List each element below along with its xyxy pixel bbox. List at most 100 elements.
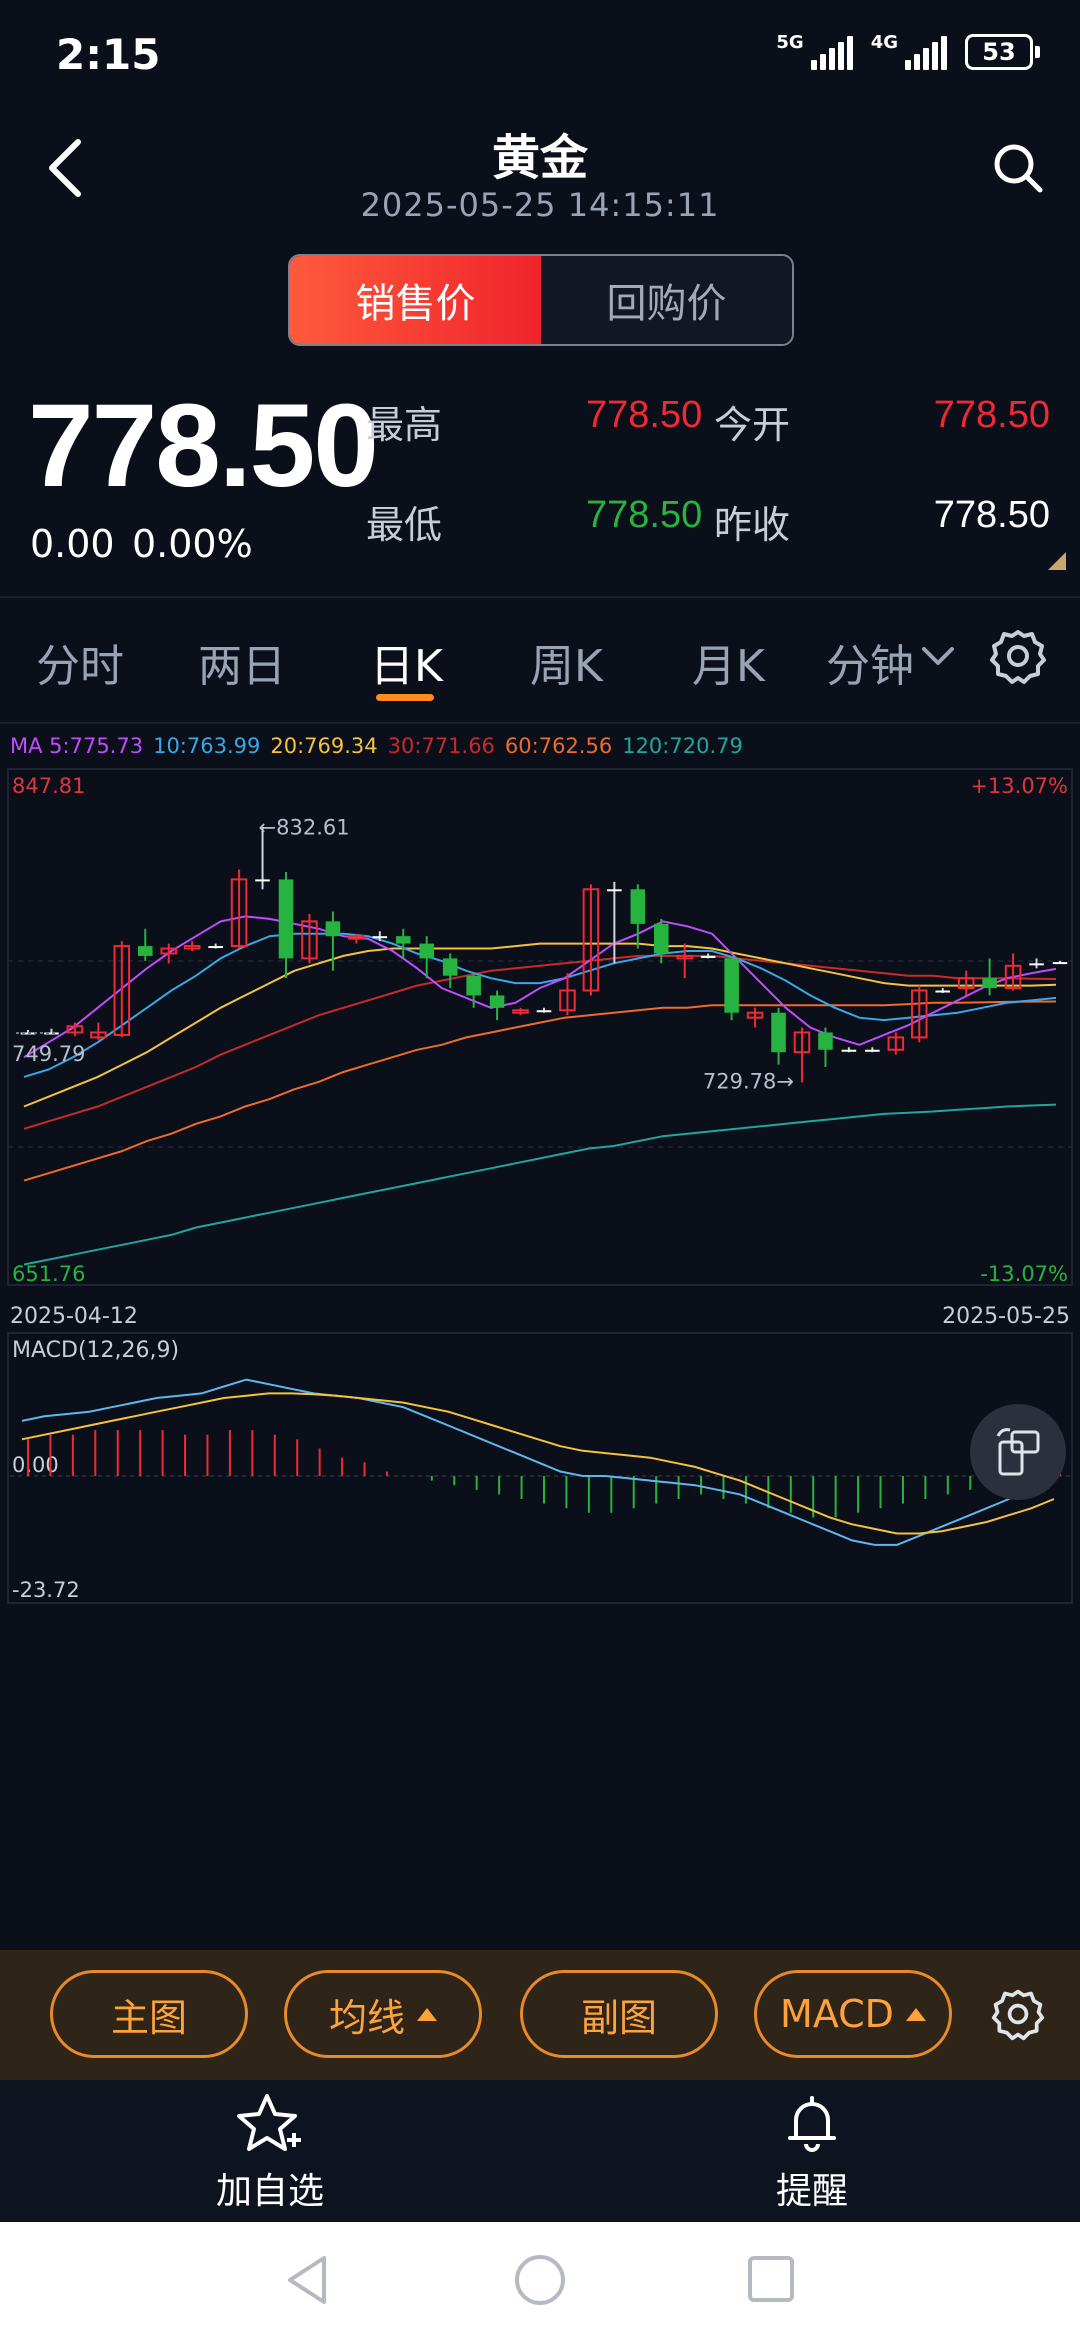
divider bbox=[0, 596, 1080, 598]
candle-doji bbox=[865, 1049, 880, 1052]
star-plus-icon bbox=[237, 2094, 301, 2151]
candle-body-down bbox=[982, 978, 997, 989]
divider bbox=[0, 722, 1080, 724]
candle-body-down bbox=[419, 943, 434, 959]
tab-minute[interactable]: 分钟 bbox=[826, 630, 914, 694]
chevron-down-icon[interactable] bbox=[920, 644, 956, 668]
quote-timestamp: 2025-05-25 14:15:11 bbox=[360, 186, 720, 224]
candles bbox=[20, 828, 1068, 1083]
indicator-label: MACD bbox=[780, 1992, 894, 2036]
price-change-pct: 0.00% bbox=[132, 522, 253, 566]
caret-up-icon bbox=[905, 2007, 926, 2021]
status-icons: 5G 4G 53 bbox=[776, 34, 1040, 70]
prev-close-label: 昨收 bbox=[714, 503, 791, 547]
ma-legend-item: 10:763.99 bbox=[153, 734, 260, 758]
candle-body-down bbox=[489, 995, 505, 1008]
ma120-line bbox=[23, 1103, 1057, 1266]
status-time: 2:15 bbox=[56, 30, 161, 79]
ma30-line bbox=[23, 954, 1057, 1130]
candle-doji bbox=[255, 879, 270, 882]
candle-doji bbox=[841, 1049, 857, 1052]
ma-legend-item: MA 5:775.73 bbox=[10, 734, 143, 758]
open-label: 今开 bbox=[714, 403, 791, 447]
expand-corner-icon[interactable] bbox=[1048, 552, 1066, 570]
ma-legend: MA 5:775.73 10:763.99 20:769.34 30:771.66 60… bbox=[10, 734, 743, 758]
gear-icon[interactable] bbox=[988, 626, 1048, 686]
candle-doji bbox=[700, 955, 716, 958]
candle-body-down bbox=[771, 1012, 786, 1053]
high-value: 778.50 bbox=[586, 394, 703, 436]
macd-dea-line bbox=[21, 1392, 1055, 1535]
net-label-4g: 4G bbox=[870, 32, 898, 53]
macd-dif-line bbox=[21, 1378, 1055, 1546]
tab-weekly-k[interactable]: 周K bbox=[530, 630, 603, 694]
tab-monthly-k[interactable]: 月K bbox=[692, 630, 765, 694]
candle-body-down bbox=[138, 946, 153, 956]
battery-icon: 53 bbox=[965, 34, 1040, 70]
ma-legend-item: 60:762.56 bbox=[505, 734, 612, 758]
sale-price-tab[interactable]: 销售价 bbox=[290, 256, 541, 344]
ma-legend-item: 20:769.34 bbox=[270, 734, 377, 758]
pct-max-label: +13.07% bbox=[970, 774, 1068, 798]
y-min-label: 651.76 bbox=[12, 1262, 85, 1286]
low-annotation: 729.78→ bbox=[703, 1069, 794, 1093]
alert-label: 提醒 bbox=[775, 2171, 848, 2212]
nav-back-icon[interactable] bbox=[282, 2252, 332, 2308]
rotate-screen-icon bbox=[996, 1428, 1040, 1476]
net-label-5g: 5G bbox=[776, 32, 804, 53]
battery-level: 53 bbox=[965, 34, 1033, 70]
chart-toolbar: 主图 均线 副图 MACD bbox=[0, 1950, 1080, 2080]
page-title: 黄金 bbox=[491, 130, 588, 186]
nav-home-icon[interactable] bbox=[512, 2252, 568, 2308]
nav-recents-icon[interactable] bbox=[746, 2254, 796, 2304]
low-value: 778.50 bbox=[586, 494, 703, 536]
tab-daily-k[interactable]: 日K bbox=[370, 630, 443, 694]
ma-legend-item: 30:771.66 bbox=[388, 734, 495, 758]
status-bar: 2:15 5G 4G 53 bbox=[0, 0, 1080, 110]
active-tab-indicator bbox=[376, 694, 434, 701]
open-value: 778.50 bbox=[933, 394, 1050, 436]
tab-two-day[interactable]: 两日 bbox=[198, 630, 286, 694]
kline-chart[interactable]: MA 5:775.73 10:763.99 20:769.34 30:771.66 60… bbox=[0, 725, 1080, 1950]
indicator-button[interactable]: MACD bbox=[754, 1970, 952, 2058]
rotate-landscape-button[interactable] bbox=[970, 1404, 1066, 1500]
candle-body-down bbox=[654, 923, 669, 954]
candle-body-down bbox=[630, 889, 646, 924]
candle-doji bbox=[372, 936, 388, 939]
buyback-price-tab[interactable]: 回购价 bbox=[541, 256, 792, 344]
macd-min-label: -23.72 bbox=[12, 1578, 80, 1602]
bottom-action-bar: 加自选 提醒 bbox=[0, 2080, 1080, 2222]
gear-icon[interactable] bbox=[990, 1986, 1046, 2042]
candle-doji bbox=[1052, 962, 1068, 965]
candle-body-down bbox=[466, 975, 481, 996]
add-watchlist-button[interactable]: 加自选 bbox=[170, 2092, 370, 2214]
search-icon[interactable] bbox=[990, 140, 1046, 196]
high-label: 最高 bbox=[366, 403, 443, 447]
ma-lines-button[interactable]: 均线 bbox=[284, 1970, 482, 2058]
high-annotation: ←832.61 bbox=[259, 816, 350, 840]
signal-4g-icon: 4G bbox=[871, 34, 947, 70]
candle-body-down bbox=[278, 879, 294, 959]
candle-doji bbox=[935, 990, 950, 993]
candle-body-down bbox=[724, 958, 739, 1013]
macd-series bbox=[10, 1378, 1070, 1546]
signal-5g-icon: 5G bbox=[776, 32, 853, 70]
ma-lines-label: 均线 bbox=[328, 1995, 405, 2040]
ma-lines bbox=[23, 915, 1057, 1266]
main-chart-label: 主图 bbox=[110, 1995, 187, 2040]
price-change: 0.00 bbox=[30, 522, 115, 566]
price-type-toggle: 销售价 回购价 bbox=[288, 254, 794, 346]
candle-body-down bbox=[818, 1032, 833, 1050]
candle-doji bbox=[208, 946, 223, 949]
main-chart-button[interactable]: 主图 bbox=[50, 1970, 248, 2058]
sub-chart-button[interactable]: 副图 bbox=[520, 1970, 718, 2058]
left-price-annotation: 749.79 bbox=[12, 1042, 85, 1066]
bell-icon bbox=[788, 2096, 836, 2152]
system-navigation-bar bbox=[0, 2222, 1080, 2340]
sub-chart-label: 副图 bbox=[580, 1995, 657, 2040]
add-watchlist-label: 加自选 bbox=[215, 2171, 324, 2212]
macd-label: MACD(12,26,9) bbox=[12, 1338, 179, 1363]
x-end-label: 2025-05-25 bbox=[942, 1304, 1070, 1329]
alert-button[interactable]: 提醒 bbox=[712, 2092, 912, 2214]
tab-intraday[interactable]: 分时 bbox=[36, 630, 124, 694]
